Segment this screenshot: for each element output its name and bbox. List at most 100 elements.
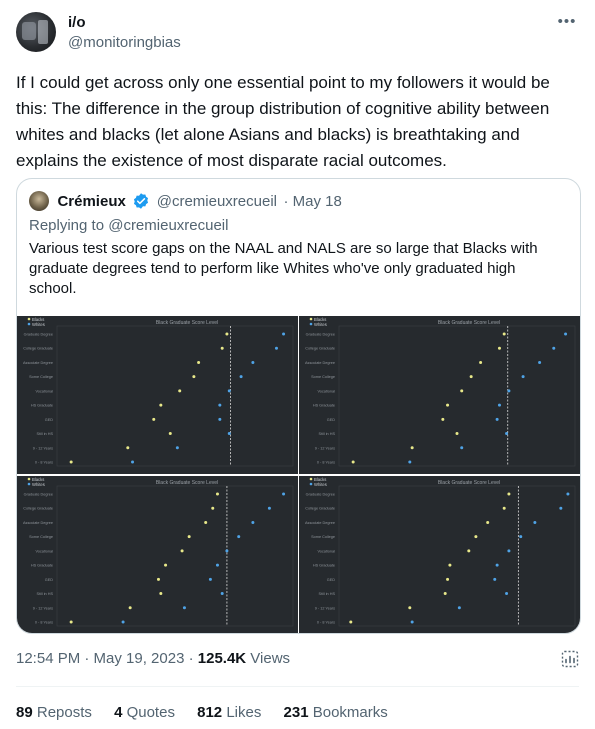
data-point-blacks	[455, 432, 459, 436]
category-label: College Graduate	[23, 347, 53, 351]
data-point-whites	[564, 332, 568, 336]
category-label: Graduate Degree	[24, 493, 53, 497]
quoted-tweet[interactable]: Crémieux @cremieuxrecueil · May 18 Reply…	[16, 178, 581, 634]
data-point-whites	[552, 346, 556, 350]
chart-svg: Black Graduate Score LevelBlacksWhitesGr…	[305, 317, 576, 467]
data-point-whites	[538, 360, 542, 364]
data-point-blacks	[187, 535, 191, 539]
data-point-blacks	[460, 389, 464, 393]
views-count: 125.4K	[197, 650, 247, 667]
bookmarks-stat[interactable]: 231 Bookmarks	[284, 704, 388, 721]
legend-label-whites: Whites	[32, 482, 45, 487]
data-point-whites	[175, 446, 179, 450]
quotes-label: Quotes	[126, 704, 175, 721]
reposts-count: 89	[16, 704, 33, 721]
data-point-whites	[218, 403, 222, 407]
data-point-whites	[505, 432, 509, 436]
data-point-blacks	[159, 592, 163, 596]
category-label: Vocational	[317, 389, 335, 393]
data-point-whites	[208, 577, 212, 581]
chart-image-3[interactable]: Black Graduate Score Level Blacks Whites Gr…	[17, 476, 298, 633]
quote-header: Crémieux @cremieuxrecueil · May 18	[29, 191, 342, 211]
analytics-icon[interactable]	[561, 650, 579, 668]
data-point-blacks	[128, 606, 132, 610]
quote-image-grid: Black Graduate Score Level Blacks Whites Gr…	[17, 316, 580, 633]
data-point-whites	[182, 606, 186, 610]
legend-label-whites: Whites	[314, 482, 327, 487]
chart-svg: Black Graduate Score LevelBlacksWhitesGr…	[23, 477, 294, 627]
category-label: Graduate Degree	[24, 333, 53, 337]
views-label: Views	[246, 650, 291, 667]
data-point-blacks	[479, 360, 483, 364]
data-point-blacks	[507, 492, 511, 496]
chart-svg: Black Graduate Score LevelBlacksWhitesGr…	[305, 477, 576, 627]
data-point-blacks	[69, 460, 73, 464]
data-point-blacks	[502, 332, 506, 336]
more-options-icon[interactable]: •••	[555, 14, 579, 30]
author-name[interactable]: i/o	[68, 14, 86, 31]
category-label: Graduate Degree	[306, 333, 335, 337]
plot-frame	[338, 325, 576, 467]
data-point-blacks	[152, 417, 156, 421]
category-label: Vocational	[35, 389, 53, 393]
tweet-header: i/o @monitoringbias •••	[16, 12, 579, 56]
quote-text: Various test score gaps on the NAAL and …	[29, 240, 538, 297]
legend-marker-blacks	[27, 317, 31, 321]
data-point-whites	[218, 417, 222, 421]
legend-marker-blacks	[309, 317, 313, 321]
data-point-whites	[505, 592, 509, 596]
data-point-whites	[519, 535, 523, 539]
legend-marker-blacks	[27, 477, 31, 481]
chart-title: Black Graduate Score Level	[156, 320, 218, 326]
data-point-whites	[408, 460, 412, 464]
data-point-blacks	[446, 577, 450, 581]
category-label: Vocational	[317, 549, 335, 553]
chart-image-2[interactable]: Black Graduate Score Level Blacks Whites Gr…	[299, 316, 580, 474]
category-label: Still in HS	[37, 432, 54, 436]
category-label: 0 - 8 Years	[35, 461, 53, 465]
category-label: College Graduate	[23, 507, 53, 511]
verified-badge-icon	[134, 193, 149, 209]
category-label: Some College	[311, 535, 335, 539]
data-point-whites	[227, 389, 231, 393]
data-point-whites	[227, 432, 231, 436]
likes-label: Likes	[226, 704, 262, 721]
data-point-blacks	[497, 346, 501, 350]
data-point-whites	[566, 492, 570, 496]
data-point-blacks	[446, 403, 450, 407]
data-point-blacks	[408, 606, 412, 610]
data-point-whites	[282, 332, 286, 336]
category-label: Some College	[29, 375, 53, 379]
category-label: 9 - 12 Years	[315, 446, 335, 450]
legend-marker-whites	[309, 322, 313, 326]
quotes-stat[interactable]: 4 Quotes	[114, 704, 175, 721]
category-label: 9 - 12 Years	[33, 446, 53, 450]
data-point-whites	[282, 492, 286, 496]
data-point-blacks	[178, 389, 182, 393]
chart-image-1[interactable]: Black Graduate Score Level Blacks Whites Gr…	[17, 316, 298, 474]
tweet-timestamp[interactable]: 12:54 PM · May 19, 2023 ·	[16, 650, 198, 667]
data-point-blacks	[159, 403, 163, 407]
category-label: Still in HS	[319, 432, 336, 436]
data-point-blacks	[197, 360, 201, 364]
likes-stat[interactable]: 812 Likes	[197, 704, 261, 721]
author-avatar[interactable]	[16, 12, 56, 52]
data-point-whites	[521, 375, 525, 379]
data-point-whites	[410, 620, 414, 624]
category-label: 0 - 8 Years	[317, 621, 335, 625]
chart-image-4[interactable]: Black Graduate Score Level Blacks Whites Gr…	[299, 476, 580, 633]
author-handle[interactable]: @monitoringbias	[68, 34, 181, 51]
chart-title: Black Graduate Score Level	[438, 320, 500, 326]
data-point-blacks	[126, 446, 130, 450]
data-point-whites	[239, 375, 243, 379]
data-point-blacks	[441, 417, 445, 421]
legend-marker-whites	[309, 482, 313, 486]
likes-count: 812	[197, 704, 223, 721]
chart-title: Black Graduate Score Level	[438, 480, 500, 486]
category-label: Associate Degree	[23, 521, 53, 525]
reposts-stat[interactable]: 89 Reposts	[16, 704, 92, 721]
data-point-blacks	[192, 375, 196, 379]
category-label: HS Graduate	[31, 404, 53, 408]
quote-avatar	[29, 191, 49, 211]
category-label: HS Graduate	[313, 404, 335, 408]
